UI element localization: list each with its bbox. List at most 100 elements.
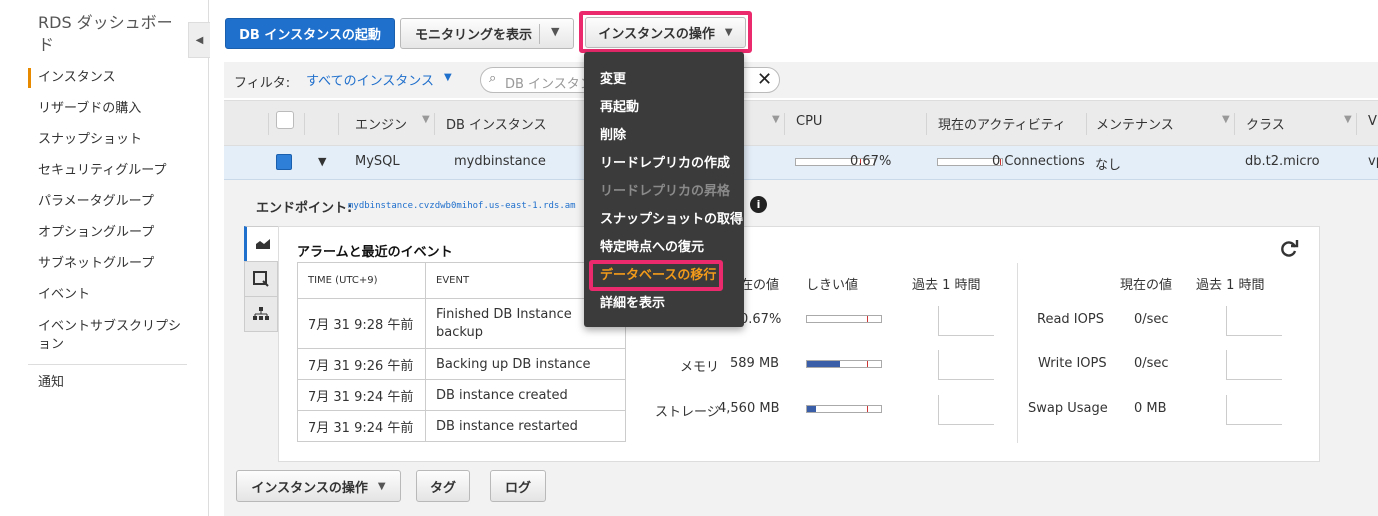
- tab-inspect[interactable]: [244, 261, 278, 297]
- event-time: 7月 31 9:26 午前: [297, 348, 426, 380]
- sidebar-divider: [28, 364, 187, 365]
- column-divider: [1234, 113, 1235, 135]
- logs-button[interactable]: ログ: [490, 470, 546, 502]
- column-divider: [268, 113, 269, 135]
- io-metric-name: Write IOPS: [1038, 356, 1107, 371]
- chart-icon: [255, 239, 270, 249]
- metric-sparkline: [938, 350, 994, 380]
- sidebar-item-events[interactable]: イベント: [38, 287, 188, 303]
- column-divider: [1356, 113, 1357, 135]
- io-metric-name: Swap Usage: [1028, 401, 1108, 416]
- menu-item-create-read-replica[interactable]: リードレプリカの作成: [600, 156, 730, 172]
- metric-sparkline: [938, 306, 994, 336]
- expand-row-icon[interactable]: ▼: [318, 155, 326, 168]
- tab-alarms-events[interactable]: [244, 226, 278, 262]
- cell-activity[interactable]: 0 Connections: [992, 154, 1085, 169]
- filter-bar: フィルタ: すべてのインスタンス ▼ ⌕ DB インスタンス ✕: [224, 62, 1378, 98]
- panel-title: アラームと最近のイベント: [297, 245, 453, 260]
- io-past-header: 過去 1 時間: [1196, 278, 1265, 293]
- cell-db-instance[interactable]: mydbinstance: [454, 154, 546, 169]
- menu-item-restore-point-in-time[interactable]: 特定時点への復元: [600, 240, 704, 256]
- info-icon[interactable]: i: [750, 196, 767, 213]
- menu-item-take-snapshot[interactable]: スナップショットの取得: [600, 212, 743, 228]
- panel-divider: [1017, 263, 1018, 443]
- header-maintenance[interactable]: メンテナンス: [1096, 114, 1174, 133]
- bottom-actions-label: インスタンスの操作: [251, 480, 368, 496]
- menu-item-see-details[interactable]: 詳細を表示: [600, 296, 665, 312]
- column-divider: [304, 113, 305, 135]
- header-activity[interactable]: 現在のアクティビティ: [938, 114, 1066, 133]
- header-engine[interactable]: エンジン: [355, 114, 407, 133]
- sidebar-item-subnet-groups[interactable]: サブネットグループ: [38, 256, 188, 272]
- bottom-instance-actions-button[interactable]: インスタンスの操作 ▼: [236, 470, 401, 502]
- table-row: 7月 31 9:28 午前 Finished DB Instance backu…: [297, 298, 626, 349]
- sort-icon[interactable]: ▼: [422, 114, 430, 125]
- io-sparkline: [1226, 350, 1282, 380]
- sidebar-item-snapshots[interactable]: スナップショット: [38, 132, 188, 148]
- sidebar-title[interactable]: RDS ダッシュボード: [38, 12, 188, 56]
- migrate-highlight: [589, 260, 723, 291]
- sidebar-item-reserved[interactable]: リザーブドの購入: [38, 101, 188, 117]
- endpoint-value[interactable]: mydbinstance.cvzdwb0mihof.us-east-1.rds.…: [348, 201, 576, 211]
- sort-icon[interactable]: ▼: [1222, 114, 1230, 125]
- tab-topology[interactable]: [244, 296, 278, 332]
- sort-icon[interactable]: ▼: [772, 114, 780, 125]
- cell-cpu: 0.67%: [850, 154, 892, 169]
- monitoring-label: モニタリングを表示: [415, 28, 533, 43]
- header-db-instance[interactable]: DB インスタンス: [446, 114, 547, 133]
- chevron-left-icon: ◀: [195, 34, 204, 46]
- sidebar-item-security-groups[interactable]: セキュリティグループ: [38, 163, 188, 179]
- io-current-header: 現在の値: [1120, 278, 1173, 293]
- chevron-down-icon: ▼: [444, 72, 452, 83]
- magnify-icon: [253, 271, 269, 287]
- collapse-sidebar-button[interactable]: ◀: [188, 22, 210, 58]
- table-row: 7月 31 9:26 午前 Backing up DB instance: [297, 348, 626, 380]
- sidebar-item-event-subscriptions[interactable]: イベントサブスクリプション: [38, 318, 188, 354]
- sort-icon[interactable]: ▼: [1344, 114, 1352, 125]
- sidebar-item-notifications[interactable]: 通知: [38, 375, 188, 391]
- metric-value: 0.67%: [740, 312, 782, 327]
- tags-button[interactable]: タグ: [416, 470, 470, 502]
- cell-maintenance: なし: [1095, 158, 1122, 173]
- search-icon: ⌕: [489, 71, 497, 86]
- refresh-icon[interactable]: [1279, 239, 1299, 259]
- launch-db-instance-button[interactable]: DB インスタンスの起動: [225, 18, 395, 49]
- io-sparkline: [1226, 395, 1282, 425]
- metric-value: 589 MB: [730, 356, 780, 371]
- sidebar-active-indicator: [28, 68, 31, 88]
- sidebar-item-option-groups[interactable]: オプショングループ: [38, 225, 188, 241]
- threshold-marker: [867, 316, 868, 322]
- io-metric-value: 0/sec: [1134, 312, 1169, 327]
- metrics-past-header: 過去 1 時間: [912, 278, 981, 293]
- filter-dropdown[interactable]: すべてのインスタンス: [306, 70, 434, 89]
- clear-search-icon[interactable]: ✕: [757, 69, 772, 90]
- logs-label: ログ: [504, 480, 531, 496]
- header-vpc[interactable]: V: [1368, 114, 1377, 129]
- menu-item-delete[interactable]: 削除: [600, 128, 626, 144]
- instance-actions-highlight: [579, 11, 752, 53]
- cell-vpc: vp: [1368, 154, 1378, 169]
- column-divider: [1086, 113, 1087, 135]
- column-divider: [926, 113, 927, 135]
- sidebar-item-instances[interactable]: インスタンス: [38, 70, 188, 86]
- button-divider: [539, 24, 540, 44]
- cell-class: db.t2.micro: [1245, 154, 1320, 169]
- table-row[interactable]: ▼ MySQL mydbinstance 0.67% 0 Connections…: [224, 146, 1378, 180]
- menu-item-promote-read-replica: リードレプリカの昇格: [600, 184, 731, 199]
- filter-label: フィルタ:: [234, 76, 291, 91]
- event-text: Backing up DB instance: [425, 348, 626, 380]
- row-checkbox[interactable]: [276, 154, 292, 170]
- metrics-threshold-header: しきい値: [806, 278, 859, 293]
- io-metric-name: Read IOPS: [1037, 312, 1104, 327]
- select-all-checkbox[interactable]: [276, 111, 294, 129]
- sidebar-item-parameter-groups[interactable]: パラメータグループ: [38, 194, 188, 210]
- header-cpu[interactable]: CPU: [796, 114, 822, 129]
- threshold-marker: [867, 406, 868, 412]
- menu-item-modify[interactable]: 変更: [600, 72, 626, 88]
- show-monitoring-button[interactable]: モニタリングを表示 ▼: [400, 18, 574, 49]
- events-table: TIME (UTC+9) EVENT 7月 31 9:28 午前 Finishe…: [297, 262, 626, 442]
- event-time: 7月 31 9:24 午前: [297, 379, 426, 411]
- tags-label: タグ: [429, 480, 456, 496]
- menu-item-reboot[interactable]: 再起動: [600, 100, 639, 116]
- header-class[interactable]: クラス: [1246, 114, 1285, 133]
